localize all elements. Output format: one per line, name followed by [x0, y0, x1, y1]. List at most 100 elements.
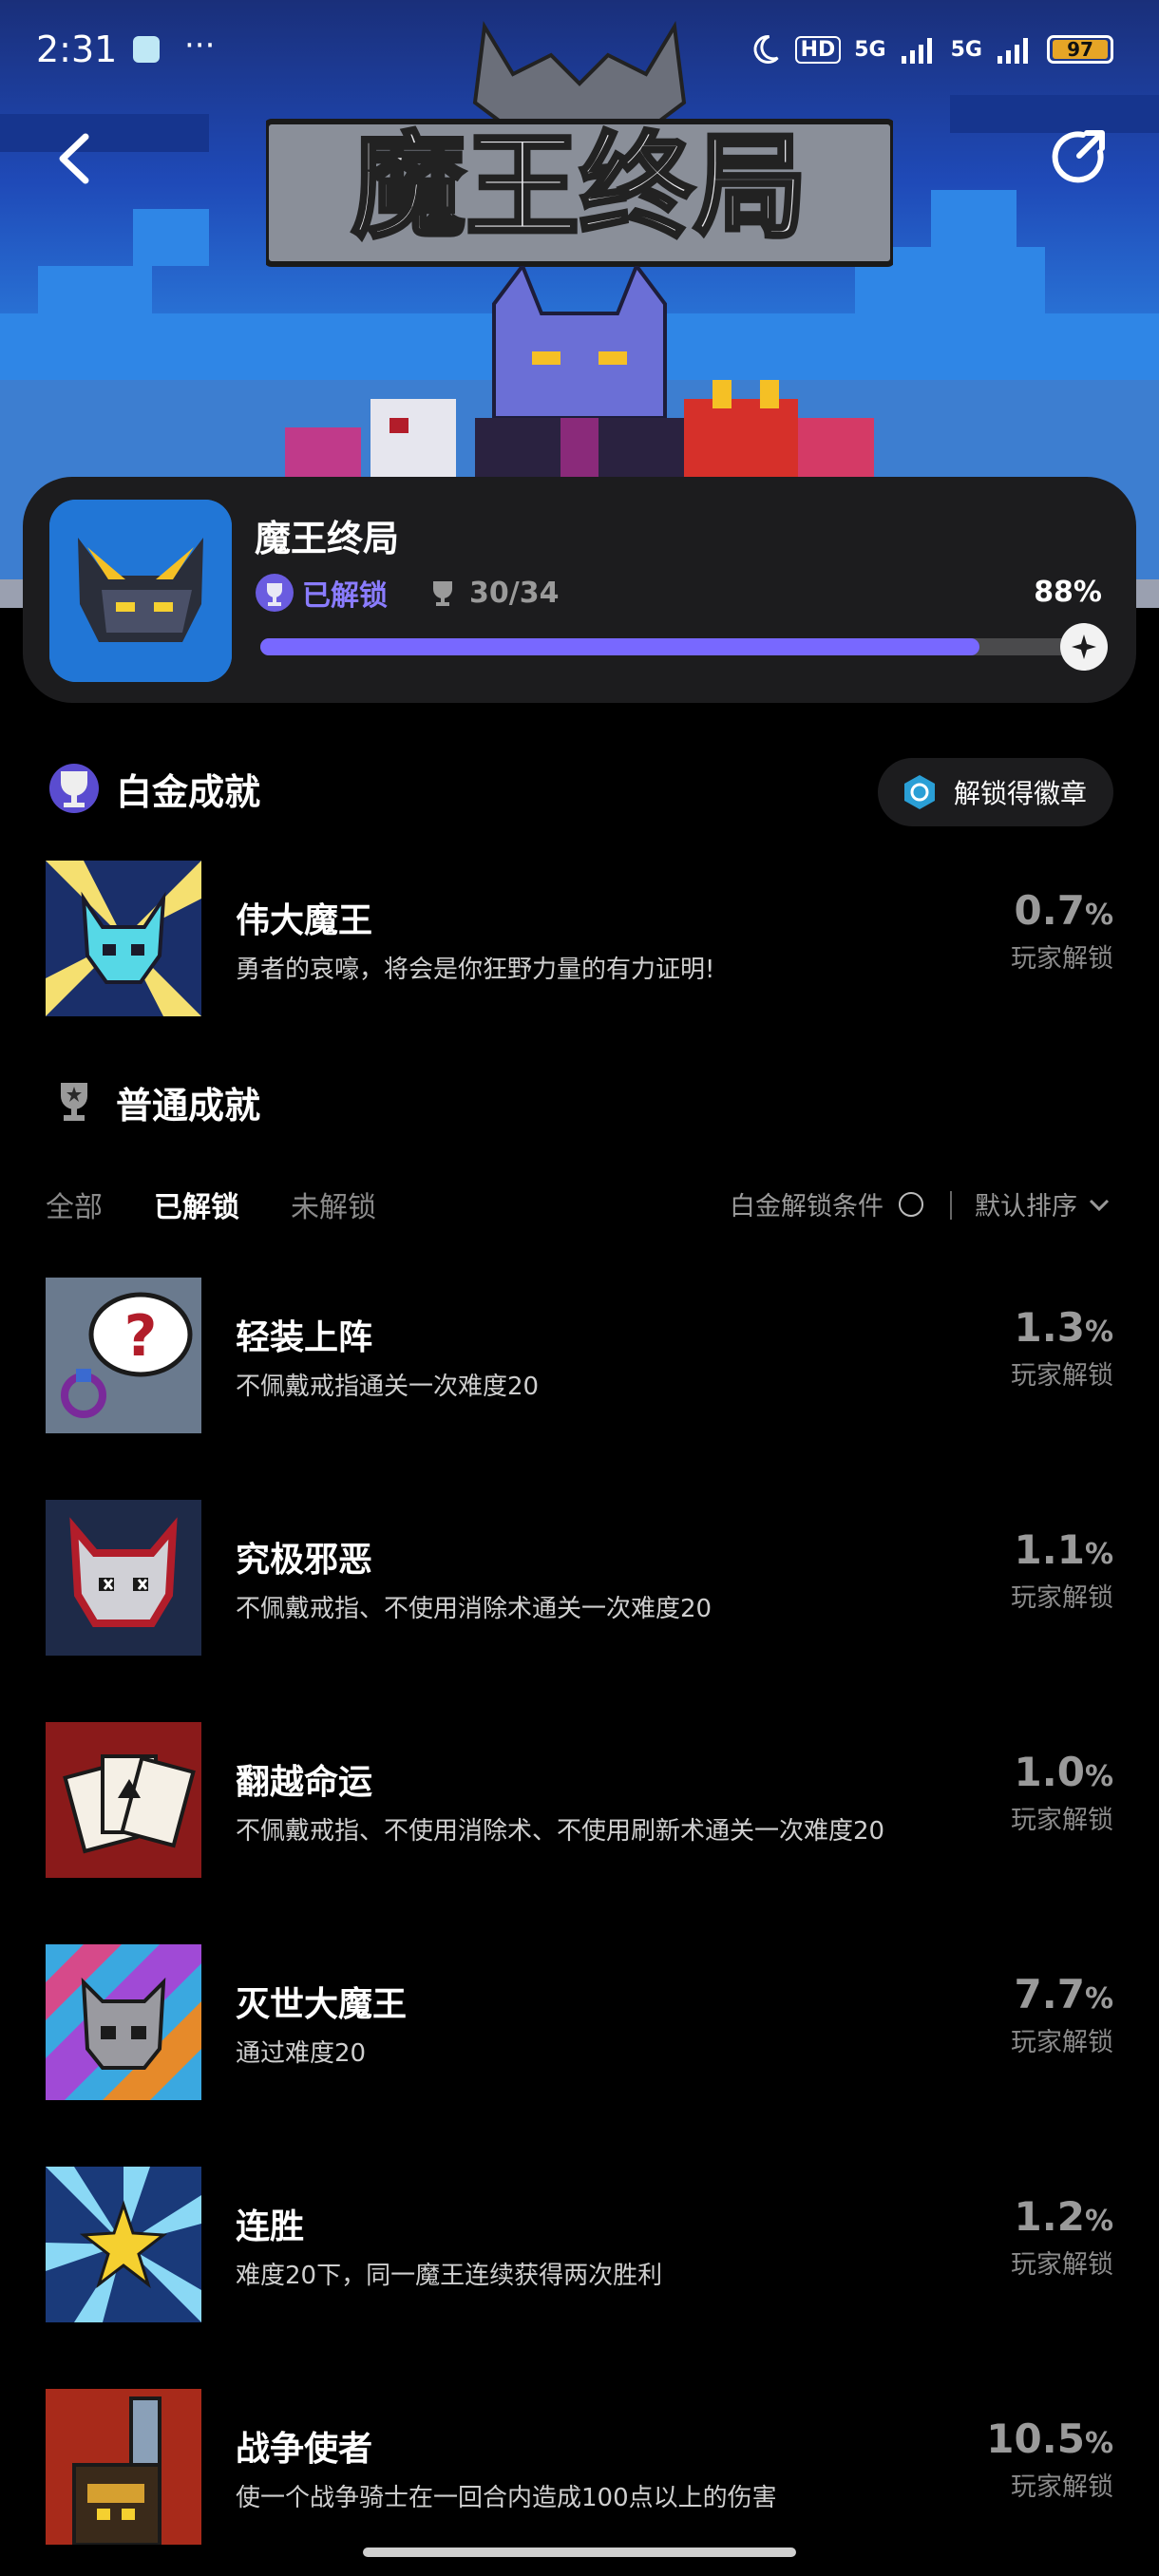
achievement-thumb-cards [46, 1722, 201, 1878]
game-app-icon[interactable] [49, 500, 232, 682]
achievement-row[interactable]: 战争使者 使一个战争骑士在一回合内造成100点以上的伤害 10.5% 玩家解锁 [46, 2389, 1113, 2547]
achievement-name: 究极邪恶 [236, 1541, 373, 1580]
signal-icon [901, 38, 932, 64]
logo-text: 魔王终局 [352, 122, 808, 254]
achievement-name: 连胜 [236, 2207, 305, 2246]
unlock-badge-button[interactable]: 解锁得徽章 [877, 758, 1113, 826]
achievement-rate: 10.5% 玩家解锁 [986, 2415, 1113, 2503]
status-more-dots: ··· [184, 27, 216, 65]
achievement-rate: 1.2% 玩家解锁 [1011, 2193, 1113, 2281]
completion-progress-bar [260, 623, 1108, 671]
achievement-thumb-great-demon [46, 861, 201, 1016]
rate-unit: % [1084, 1538, 1113, 1571]
achievement-name: 战争使者 [236, 2430, 373, 2469]
status-time: 2:31 [36, 28, 118, 70]
rate-unit: % [1084, 1760, 1113, 1793]
sort-label: 默认排序 [975, 1192, 1077, 1222]
platinum-section-header: 白金成就 [46, 760, 260, 817]
achievement-name: 轻装上阵 [236, 1318, 373, 1357]
trophy-icon [433, 581, 452, 606]
achievement-thumb-light-gear: ? [46, 1278, 201, 1433]
platinum-condition-toggle[interactable]: 白金解锁条件 [730, 1185, 923, 1222]
achievement-rate: 0.7% 玩家解锁 [1011, 887, 1113, 975]
rate-label: 玩家解锁 [1011, 944, 1113, 974]
achievement-thumb-ultimate-evil [46, 1500, 201, 1656]
rate-unit: % [1084, 1316, 1113, 1349]
rate-label: 玩家解锁 [1011, 1583, 1113, 1613]
rate-value: 0.7 [1014, 887, 1085, 934]
platinum-achievement-row[interactable]: 伟大魔王 勇者的哀嚎，将会是你狂野力量的有力证明! 0.7% 玩家解锁 [46, 861, 1113, 1018]
trophy-count: 30/34 [469, 576, 560, 610]
rate-value: 1.0 [1014, 1749, 1085, 1795]
progress-fill [260, 638, 979, 655]
rate-unit: % [1084, 899, 1113, 932]
achievement-thumb-win-streak [46, 2167, 201, 2322]
achievement-desc: 使一个战争骑士在一回合内造成100点以上的伤害 [236, 2484, 777, 2512]
tab-locked[interactable]: 未解锁 [291, 1184, 376, 1225]
achievement-name: 伟大魔王 [236, 901, 373, 940]
platinum-section-title: 白金成就 [116, 770, 261, 813]
moon-icon [753, 34, 779, 64]
achievement-rate: 1.0% 玩家解锁 [1011, 1749, 1113, 1836]
tab-unlocked[interactable]: 已解锁 [154, 1184, 239, 1225]
filter-divider [950, 1191, 952, 1220]
rate-label: 玩家解锁 [1011, 1361, 1113, 1391]
network-5g-label-2: 5G [950, 37, 982, 62]
battery-level: 97 [1053, 40, 1108, 59]
home-indicator[interactable] [363, 2548, 796, 2557]
achievement-rate: 1.1% 玩家解锁 [1011, 1526, 1113, 1614]
platinum-cup-icon [49, 764, 99, 813]
achievement-rate: 7.7% 玩家解锁 [1011, 1971, 1113, 2058]
achievement-name: 翻越命运 [236, 1763, 373, 1802]
achievement-row[interactable]: 连胜 难度20下，同一魔王连续获得两次胜利 1.2% 玩家解锁 [46, 2167, 1113, 2324]
tab-all[interactable]: 全部 [46, 1184, 103, 1225]
rate-label: 玩家解锁 [1011, 2028, 1113, 2057]
rate-label: 玩家解锁 [1011, 1806, 1113, 1835]
completion-percent: 88% [1034, 576, 1102, 609]
status-bar: 2:31 ··· HD 5G 5G 97 [0, 0, 1159, 104]
achievement-row[interactable]: ? 轻装上阵 不佩戴戒指通关一次难度20 1.3% 玩家解锁 [46, 1278, 1113, 1435]
achievement-desc: 勇者的哀嚎，将会是你狂野力量的有力证明! [236, 956, 715, 984]
share-icon[interactable] [1045, 123, 1112, 190]
achievement-rate: 1.3% 玩家解锁 [1011, 1304, 1113, 1392]
app-notification-icon [133, 36, 160, 63]
achievement-row[interactable]: 灭世大魔王 通过难度20 7.7% 玩家解锁 [46, 1944, 1113, 2102]
achievement-desc: 不佩戴戒指通关一次难度20 [236, 1373, 540, 1401]
achievement-desc: 不佩戴戒指、不使用消除术通关一次难度20 [236, 1595, 712, 1623]
achievement-thumb-war-envoy [46, 2389, 201, 2545]
achievement-name: 灭世大魔王 [236, 1985, 408, 2024]
hd-badge: HD [794, 35, 842, 64]
achievement-row[interactable]: 究极邪恶 不佩戴戒指、不使用消除术通关一次难度20 1.1% 玩家解锁 [46, 1500, 1113, 1657]
network-5g-label: 5G [854, 37, 886, 62]
unlock-status-label: 已解锁 [302, 579, 388, 613]
achievement-row[interactable]: 翻越命运 不佩戴戒指、不使用消除术、不使用刷新术通关一次难度20 1.0% 玩家… [46, 1722, 1113, 1880]
back-arrow-icon[interactable] [46, 125, 103, 192]
badge-icon [903, 775, 935, 809]
demon-character-art [285, 266, 874, 484]
filter-bar: 全部 已解锁 未解锁 白金解锁条件 默认排序 [46, 1184, 1113, 1231]
achievement-desc: 不佩戴戒指、不使用消除术、不使用刷新术通关一次难度20 [236, 1817, 885, 1846]
rate-label: 玩家解锁 [1011, 2250, 1113, 2280]
unlock-summary: 已解锁 30/34 [255, 572, 559, 614]
platinum-condition-label: 白金解锁条件 [730, 1192, 884, 1222]
signal-icon-2 [998, 38, 1028, 64]
chevron-down-icon [1089, 1199, 1110, 1211]
achievement-thumb-world-demon [46, 1944, 201, 2100]
rate-value: 1.2 [1014, 2193, 1085, 2240]
platinum-star-icon [1060, 623, 1108, 671]
rate-label: 玩家解锁 [1011, 2472, 1113, 2502]
achievement-desc: 通过难度20 [236, 2039, 367, 2068]
sort-dropdown[interactable]: 默认排序 [975, 1185, 1113, 1222]
rate-value: 10.5 [986, 2415, 1085, 2462]
game-title: 魔王终局 [255, 518, 400, 559]
rate-unit: % [1084, 2427, 1113, 2460]
rate-value: 7.7 [1014, 1971, 1085, 2017]
normal-section-title: 普通成就 [116, 1084, 261, 1127]
svg-text:?: ? [124, 1303, 158, 1370]
normal-section-header: 普通成就 [46, 1073, 260, 1130]
rate-unit: % [1084, 2205, 1113, 2238]
platinum-trophy-icon [256, 574, 294, 612]
normal-trophy-icon [61, 1083, 87, 1121]
rate-value: 1.3 [1014, 1304, 1085, 1351]
unlock-badge-label: 解锁得徽章 [953, 778, 1087, 809]
